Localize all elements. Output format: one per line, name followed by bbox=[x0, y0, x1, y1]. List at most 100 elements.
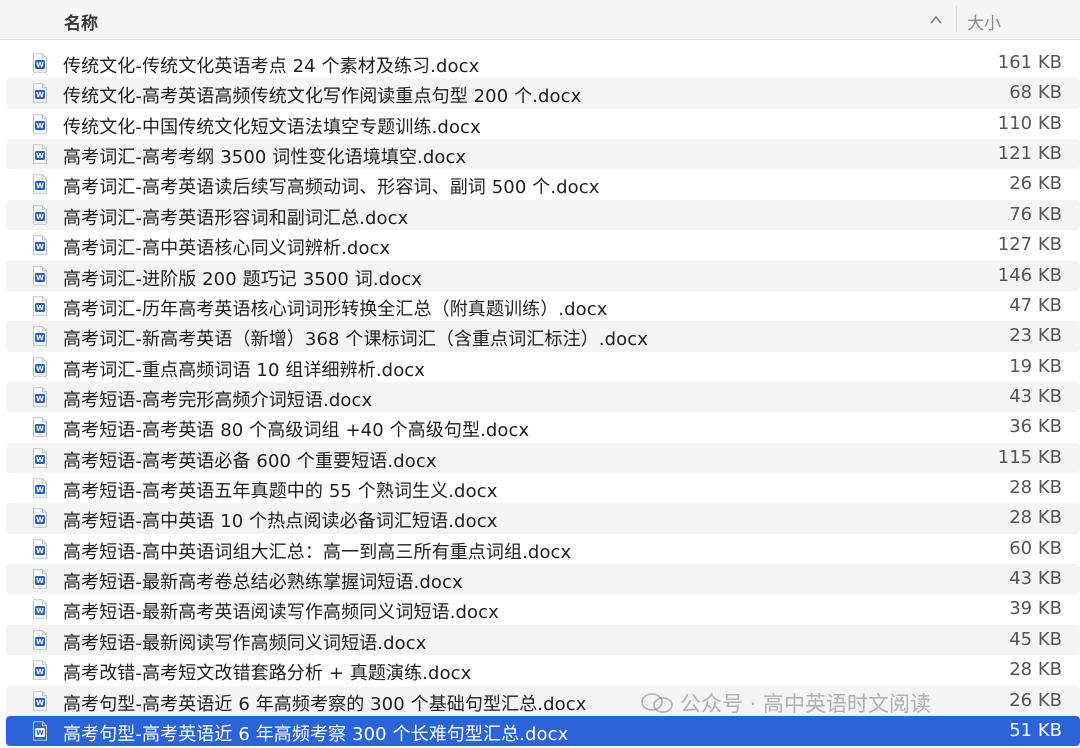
svg-text:W: W bbox=[36, 608, 44, 616]
svg-text:W: W bbox=[36, 547, 44, 555]
file-size: 36 KB bbox=[1009, 416, 1062, 438]
file-row[interactable]: W 高考词汇-高考英语读后续写高频动词、形容词、副词 500 个.docx 26 K… bbox=[6, 169, 1080, 199]
file-name: 高考词汇-高考考纲 3500 词性变化语境填空.docx bbox=[63, 147, 467, 169]
file-name: 高考词汇-历年高考英语核心词词形转换全汇总（附真题训练）.docx bbox=[63, 298, 608, 320]
file-row[interactable]: W 高考改错-高考短文改错套路分析 + 真题演练.docx 28 KB bbox=[6, 655, 1080, 685]
file-row[interactable]: W 高考短语-最新高考卷总结必熟练掌握词短语.docx 43 KB bbox=[6, 564, 1080, 595]
name-column-header[interactable]: 名称 bbox=[64, 9, 98, 34]
word-document-icon: W bbox=[33, 387, 47, 407]
file-row[interactable]: W 高考短语-高考英语五年真题中的 55 个熟词生义.docx 28 KB bbox=[6, 473, 1080, 503]
word-document-icon: W bbox=[33, 508, 47, 529]
file-row[interactable]: W 高考句型-高考英语近 6 年高频考察 300 个长难句型汇总.docx 51 K… bbox=[6, 715, 1080, 747]
file-name: 高考短语-高考英语五年真题中的 55 个熟词生义.docx bbox=[63, 481, 498, 503]
svg-text:W: W bbox=[36, 729, 44, 737]
file-name: 高考短语-高考英语必备 600 个重要短语.docx bbox=[63, 450, 437, 472]
file-name: 传统文化-中国传统文化短文语法填空专题训练.docx bbox=[63, 116, 481, 138]
file-row[interactable]: W 高考词汇-新高考英语（新增）368 个课标词汇（含重点词汇标注）.docx 23… bbox=[6, 321, 1080, 352]
file-size: 23 KB bbox=[1009, 325, 1062, 347]
svg-text:W: W bbox=[36, 213, 44, 221]
file-size: 115 KB bbox=[997, 446, 1062, 468]
file-name: 高考短语-最新高考英语阅读写作高频同义词短语.docx bbox=[63, 602, 499, 624]
word-document-icon: W bbox=[33, 417, 47, 438]
svg-text:W: W bbox=[36, 334, 44, 342]
file-size: 28 KB bbox=[1009, 477, 1062, 499]
file-size: 26 KB bbox=[1009, 173, 1062, 195]
file-name: 高考词汇-高考英语读后续写高频动词、形容词、副词 500 个.docx bbox=[63, 177, 600, 199]
word-document-icon: W bbox=[33, 721, 47, 741]
chevron-up-icon[interactable] bbox=[929, 13, 943, 27]
file-name: 高考短语-高中英语词组大汇总：高一到高三所有重点词组.docx bbox=[63, 541, 572, 563]
column-header: 名称 大小 bbox=[0, 0, 1080, 40]
word-document-icon: W bbox=[33, 144, 47, 164]
file-size: 127 KB bbox=[997, 234, 1062, 256]
word-document-icon: W bbox=[33, 447, 47, 468]
word-document-icon: W bbox=[33, 599, 47, 620]
file-row[interactable]: W 传统文化-高考英语高频传统文化写作阅读重点句型 200 个.docx 68 KB bbox=[6, 78, 1080, 109]
file-row[interactable]: W 高考词汇-历年高考英语核心词词形转换全汇总（附真题训练）.docx 47 KB bbox=[6, 291, 1080, 321]
file-size: 47 KB bbox=[1009, 294, 1062, 316]
file-name: 传统文化-传统文化英语考点 24 个素材及练习.docx bbox=[63, 56, 480, 77]
file-size: 146 KB bbox=[997, 264, 1062, 286]
file-name: 高考短语-高考英语 80 个高级词组 +40 个高级句型.docx bbox=[63, 420, 530, 442]
file-name: 高考句型-高考英语近 6 年高频考察 300 个长难句型汇总.docx bbox=[63, 723, 569, 745]
svg-text:W: W bbox=[36, 274, 44, 282]
file-row[interactable]: W 高考词汇-高考考纲 3500 词性变化语境填空.docx 121 KB bbox=[6, 139, 1080, 170]
word-document-icon: W bbox=[33, 478, 47, 498]
word-document-icon: W bbox=[33, 235, 47, 255]
file-row[interactable]: W 高考短语-高中英语 10 个热点阅读必备词汇短语.docx 28 KB bbox=[6, 503, 1080, 534]
file-name: 高考短语-高考完形高频介词短语.docx bbox=[63, 389, 373, 411]
file-size: 60 KB bbox=[1009, 537, 1062, 559]
file-row[interactable]: W 高考词汇-高中英语核心同义词辨析.docx 127 KB bbox=[6, 230, 1080, 260]
word-document-icon: W bbox=[33, 356, 47, 377]
file-row[interactable]: W 高考短语-高考英语必备 600 个重要短语.docx 115 KB bbox=[6, 442, 1080, 474]
svg-text:W: W bbox=[36, 517, 44, 525]
word-document-icon: W bbox=[33, 690, 47, 711]
word-document-icon: W bbox=[33, 630, 47, 650]
word-document-icon: W bbox=[33, 660, 47, 680]
svg-text:W: W bbox=[36, 638, 44, 646]
file-size: 45 KB bbox=[1009, 628, 1062, 650]
file-row[interactable]: W 高考短语-最新高考英语阅读写作高频同义词短语.docx 39 KB bbox=[6, 594, 1080, 624]
file-row[interactable]: W 高考词汇-进阶版 200 题巧记 3500 词.docx 146 KB bbox=[6, 260, 1080, 291]
svg-text:W: W bbox=[36, 699, 44, 707]
file-row[interactable]: W 传统文化-传统文化英语考点 24 个素材及练习.docx 161 KB bbox=[6, 48, 1080, 78]
file-size: 76 KB bbox=[1009, 203, 1062, 225]
file-row[interactable]: W 高考短语-高中英语词组大汇总：高一到高三所有重点词组.docx 60 KB bbox=[6, 534, 1080, 564]
file-size: 68 KB bbox=[1009, 82, 1062, 104]
file-name: 高考改错-高考短文改错套路分析 + 真题演练.docx bbox=[63, 663, 472, 685]
file-row[interactable]: W 高考词汇-高考英语形容词和副词汇总.docx 76 KB bbox=[6, 199, 1080, 231]
svg-text:W: W bbox=[36, 486, 44, 494]
word-document-icon: W bbox=[33, 539, 47, 559]
word-document-icon: W bbox=[33, 265, 47, 286]
file-size: 110 KB bbox=[997, 112, 1062, 134]
file-size: 28 KB bbox=[1009, 659, 1062, 681]
file-row[interactable]: W 高考短语-高考完形高频介词短语.docx 43 KB bbox=[6, 381, 1080, 413]
file-name: 高考词汇-重点高频词语 10 组详细辨析.docx bbox=[63, 359, 426, 381]
file-name: 高考词汇-高考英语形容词和副词汇总.docx bbox=[63, 207, 409, 229]
file-name: 高考句型-高考英语近 6 年高频考察的 300 个基础句型汇总.docx bbox=[63, 693, 587, 715]
svg-text:W: W bbox=[36, 122, 44, 130]
file-name: 高考词汇-新高考英语（新增）368 个课标词汇（含重点词汇标注）.docx bbox=[63, 329, 648, 351]
svg-text:W: W bbox=[36, 365, 44, 373]
file-row[interactable]: W 高考句型-高考英语近 6 年高频考察的 300 个基础句型汇总.docx 26 … bbox=[6, 685, 1080, 716]
svg-text:W: W bbox=[36, 183, 44, 191]
svg-text:W: W bbox=[36, 426, 44, 434]
file-row[interactable]: W 传统文化-中国传统文化短文语法填空专题训练.docx 110 KB bbox=[6, 109, 1080, 139]
svg-text:W: W bbox=[36, 61, 44, 69]
file-row[interactable]: W 高考短语-最新阅读写作高频同义词短语.docx 45 KB bbox=[6, 624, 1080, 656]
file-size: 26 KB bbox=[1009, 689, 1062, 711]
svg-text:W: W bbox=[36, 243, 44, 251]
word-document-icon: W bbox=[33, 83, 47, 104]
column-divider[interactable] bbox=[956, 6, 957, 32]
word-document-icon: W bbox=[33, 174, 47, 195]
file-row[interactable]: W 高考短语-高考英语 80 个高级词组 +40 个高级句型.docx 36 KB bbox=[6, 412, 1080, 442]
word-document-icon: W bbox=[33, 326, 47, 346]
file-size: 43 KB bbox=[1009, 385, 1062, 407]
word-document-icon: W bbox=[33, 205, 47, 225]
svg-text:W: W bbox=[36, 304, 44, 312]
file-size: 51 KB bbox=[1009, 719, 1062, 741]
file-row[interactable]: W 高考词汇-重点高频词语 10 组详细辨析.docx 19 KB bbox=[6, 352, 1080, 382]
file-name: 高考短语-最新高考卷总结必熟练掌握词短语.docx bbox=[63, 572, 463, 594]
size-column-header[interactable]: 大小 bbox=[967, 9, 1001, 34]
file-size: 19 KB bbox=[1009, 355, 1062, 377]
